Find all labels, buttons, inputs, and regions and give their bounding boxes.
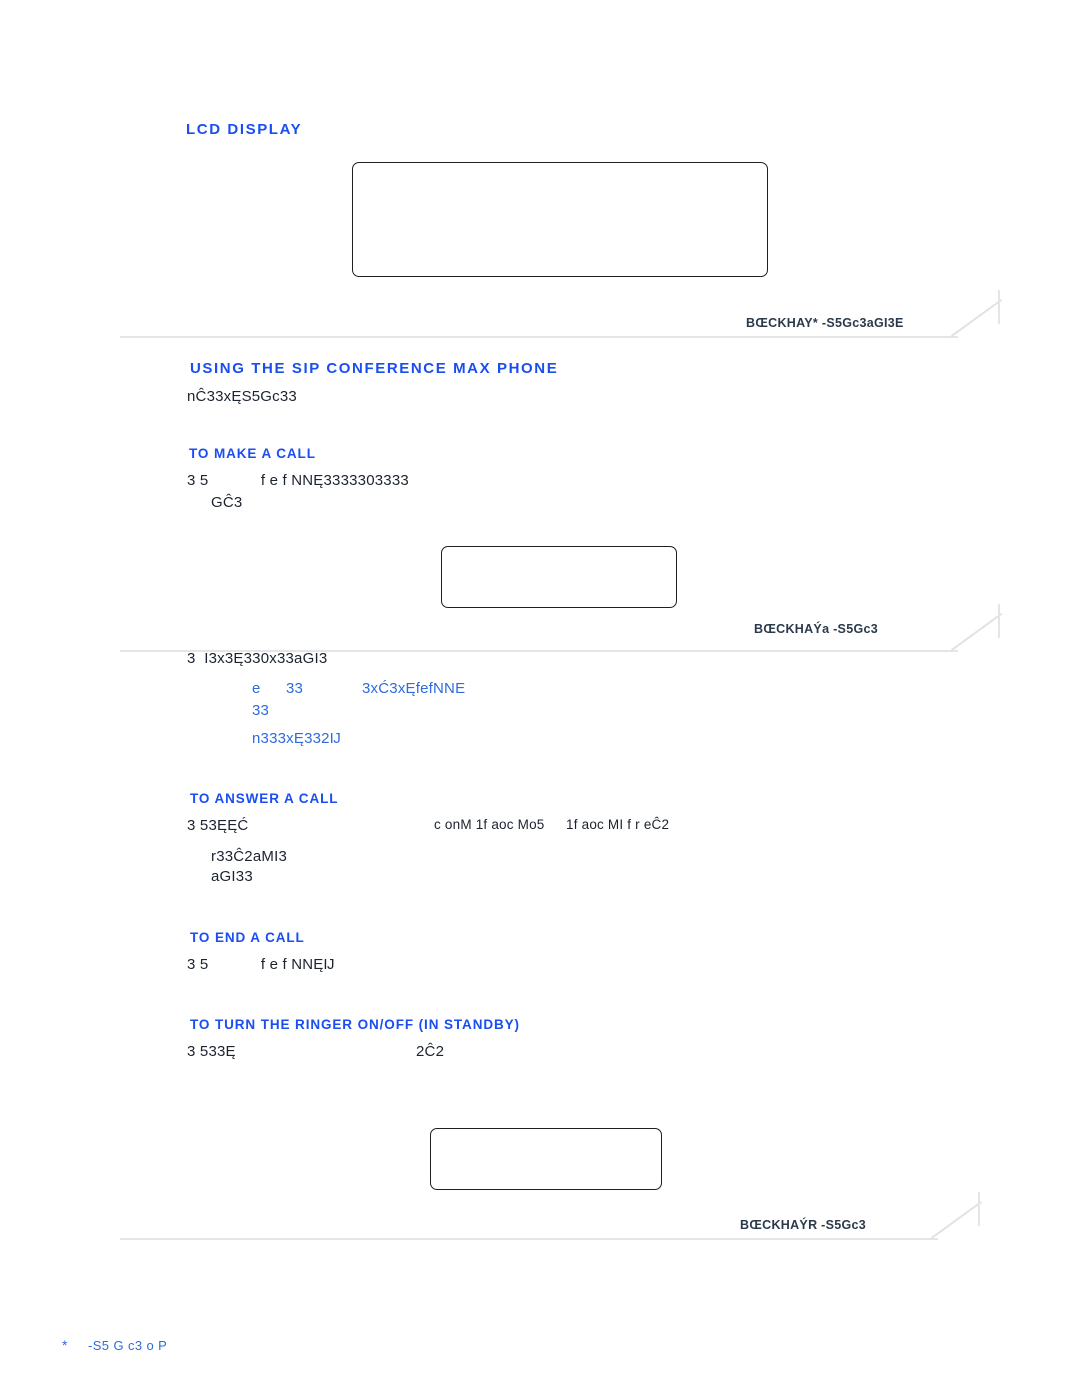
heading-to-end-a-call: TO END A CALL [190,930,305,945]
heading-to-make-a-call: TO MAKE A CALL [189,446,316,461]
text-ringer-line-1-left: 3 533Ę [187,1043,236,1060]
text-answer-call-line-1-mid: c onM 1f aoc Mo5 [434,817,545,832]
text-answer-call-line-3: aGI33 [211,868,253,885]
heading-to-answer-a-call: TO ANSWER A CALL [190,791,339,806]
text-answer-call-line-2: r33Ĉ2aMI3 [211,848,288,865]
text-make-call-line-3: 3 I3x3Ę330x33aGI3 [187,650,328,667]
caption-lcd-display: BŒCKHAY* -S5Gc3aGI3E [746,316,904,330]
text-make-call-line-5: 33 [252,702,270,719]
text-answer-call-line-1-right: 1f aoc MI f r eĈ2 [566,817,670,832]
text-using-phone-intro: nĈ33xĘS5Gc33 [187,388,297,405]
text-make-call-bullet: e [252,680,261,697]
heading-lcd-display: LCD DISPLAY [186,121,303,138]
text-make-call-line-4-mid: 33 [286,680,304,697]
figure-make-a-call [441,546,677,608]
footer-asterisk-icon: * [62,1337,68,1353]
text-make-call-line-2: GĈ3 [211,494,243,511]
text-ringer-line-1-right: 2Ĉ2 [416,1043,445,1060]
caption-band-make-a-call [120,604,1012,652]
caption-make-a-call: BŒCKHAÝa -S5Gc3 [754,622,878,636]
text-make-call-line-6: n333xĘ332Ĳ [252,730,341,747]
figure-lcd-display [352,162,768,277]
text-answer-call-line-1-left: 3 53ĘĘĆ [187,817,249,834]
text-make-call-line-4-right: 3xĆ3xĘfefNNE [362,680,466,697]
text-end-call-line-1: 3 5 f e f NNĘĲ [187,956,335,973]
text-make-call-line-1: 3 5 f e f NNĘ3333303333 [187,472,409,489]
footer-text: -S5 G c3 o P [88,1338,168,1353]
figure-ringer [430,1128,662,1190]
document-page: LCD DISPLAY BŒCKHAY* -S5Gc3aGI3E USING T… [0,0,1080,1397]
caption-ringer: BŒCKHAÝR -S5Gc3 [740,1218,867,1232]
heading-using-phone: USING THE SIP CONFERENCE MAX PHONE [190,360,559,377]
heading-to-turn-ringer: TO TURN THE RINGER ON/OFF (IN STANDBY) [190,1017,520,1032]
